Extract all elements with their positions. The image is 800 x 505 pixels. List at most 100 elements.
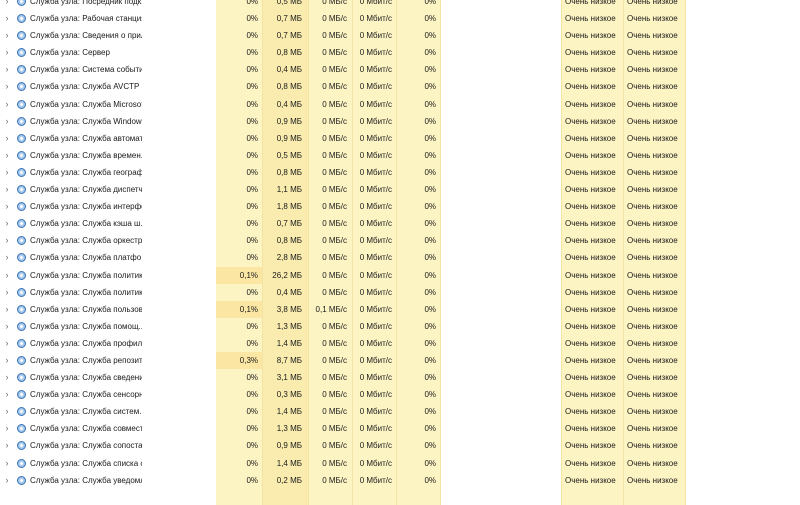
process-name: Служба узла: Система событи... <box>30 65 142 75</box>
chevron-right-icon[interactable]: › <box>3 164 11 181</box>
power-trend-value: Очень низкое <box>627 458 678 468</box>
chevron-right-icon[interactable]: › <box>3 437 11 454</box>
process-row[interactable]: › Служба узла: Служба совмест... 0% 1,3 … <box>0 420 800 437</box>
process-row[interactable]: › Служба узла: Система событи... 0% 0,4 … <box>0 61 800 78</box>
process-name: Служба узла: Сервер <box>30 48 110 58</box>
chevron-right-icon[interactable]: › <box>3 232 11 249</box>
gpu-value: 0% <box>424 390 436 400</box>
chevron-right-icon[interactable]: › <box>3 96 11 113</box>
chevron-right-icon[interactable]: › <box>3 181 11 198</box>
cpu-value: 0% <box>246 48 258 58</box>
memory-value: 1,4 МБ <box>276 407 302 417</box>
process-row[interactable]: › Служба узла: Служба платфо... 0% 2,8 М… <box>0 249 800 266</box>
chevron-right-icon[interactable]: › <box>3 335 11 352</box>
process-row[interactable]: › Служба узла: Служба AVCTP 0% 0,8 МБ 0 … <box>0 78 800 95</box>
process-row[interactable]: › Служба узла: Служба сенсорн... 0% 0,3 … <box>0 386 800 403</box>
cpu-value: 0% <box>246 133 258 143</box>
process-name: Служба узла: Служба кэша ш... <box>30 219 142 229</box>
chevron-right-icon[interactable]: › <box>3 267 11 284</box>
process-row[interactable]: › Служба узла: Служба политик... 0,1% 26… <box>0 266 800 284</box>
process-row[interactable]: › Служба узла: Служба репозит... 0,3% 8,… <box>0 351 800 370</box>
process-row[interactable]: › Служба узла: Служба автомат... 0% 0,9 … <box>0 130 800 147</box>
chevron-right-icon[interactable]: › <box>3 113 11 130</box>
chevron-right-icon[interactable]: › <box>3 369 11 386</box>
service-gear-icon <box>17 202 26 212</box>
gpu-value: 0% <box>424 321 436 331</box>
process-row[interactable]: › Служба узла: Служба оркестр... 0% 0,8 … <box>0 232 800 249</box>
memory-value: 1,4 МБ <box>276 458 302 468</box>
service-gear-icon <box>17 441 26 451</box>
service-gear-icon <box>17 31 26 41</box>
process-row[interactable]: › Служба узла: Служба интерфе... 0% 1,8 … <box>0 198 800 215</box>
gpu-value: 0% <box>424 424 436 434</box>
chevron-right-icon[interactable]: › <box>3 472 11 489</box>
chevron-right-icon[interactable]: › <box>3 284 11 301</box>
power-trend-value: Очень низкое <box>627 253 678 263</box>
process-row[interactable]: › Служба узла: Служба сведени... 0% 3,1 … <box>0 369 800 386</box>
power-usage-value: Очень низкое <box>565 48 616 58</box>
chevron-right-icon[interactable]: › <box>3 0 11 10</box>
process-row[interactable]: › Служба узла: Служба кэша ш... 0% 0,7 М… <box>0 215 800 232</box>
process-row[interactable]: › Служба узла: Служба профил... 0% 1,4 М… <box>0 335 800 352</box>
chevron-right-icon[interactable]: › <box>3 198 11 215</box>
cpu-value: 0% <box>246 82 258 92</box>
service-gear-icon <box>17 99 26 109</box>
service-gear-icon <box>17 65 26 75</box>
process-row[interactable]: › Служба узла: Сведения о прил... 0% 0,7… <box>0 27 800 44</box>
process-row[interactable]: › Служба узла: Сервер 0% 0,8 МБ 0 МБ/с 0… <box>0 44 800 61</box>
chevron-right-icon[interactable]: › <box>3 420 11 437</box>
chevron-right-icon[interactable]: › <box>3 403 11 420</box>
network-value: 0 Мбит/с <box>359 116 392 126</box>
service-gear-icon <box>17 82 26 92</box>
chevron-right-icon[interactable]: › <box>3 44 11 61</box>
service-gear-icon <box>17 321 26 331</box>
service-gear-icon <box>17 355 26 365</box>
process-row[interactable]: › Служба узла: Служба сопоста... 0% 0,9 … <box>0 437 800 454</box>
process-row[interactable]: › Служба узла: Служба политик... 0% 0,4 … <box>0 284 800 301</box>
disk-value: 0 МБ/с <box>322 202 347 212</box>
memory-value: 3,1 МБ <box>276 373 302 383</box>
power-usage-value: Очень низкое <box>565 82 616 92</box>
power-trend-value: Очень низкое <box>627 338 678 348</box>
gpu-value: 0% <box>424 99 436 109</box>
process-row[interactable]: › Служба узла: Служба Window... 0% 0,9 М… <box>0 113 800 130</box>
chevron-right-icon[interactable]: › <box>3 318 11 335</box>
chevron-right-icon[interactable]: › <box>3 78 11 95</box>
chevron-right-icon[interactable]: › <box>3 130 11 147</box>
process-name: Служба узла: Сведения о прил... <box>30 31 142 41</box>
disk-value: 0 МБ/с <box>322 14 347 24</box>
chevron-right-icon[interactable]: › <box>3 301 11 318</box>
chevron-right-icon[interactable]: › <box>3 455 11 472</box>
power-usage-value: Очень низкое <box>565 270 616 280</box>
process-row[interactable]: › Служба узла: Служба Microsof... 0% 0,4… <box>0 96 800 113</box>
chevron-right-icon[interactable]: › <box>3 61 11 78</box>
chevron-right-icon[interactable]: › <box>3 249 11 266</box>
chevron-right-icon[interactable]: › <box>3 386 11 403</box>
process-row[interactable]: › Служба узла: Посредник подк... 0% 0,5 … <box>0 0 800 10</box>
process-row[interactable]: › Служба узла: Служба географ... 0% 0,8 … <box>0 164 800 181</box>
chevron-right-icon[interactable]: › <box>3 215 11 232</box>
process-row[interactable]: › Служба узла: Служба времен... 0% 0,5 М… <box>0 147 800 164</box>
chevron-right-icon[interactable]: › <box>3 147 11 164</box>
process-row[interactable]: › Служба узла: Служба систем... 0% 1,4 М… <box>0 403 800 420</box>
process-row[interactable]: › Служба узла: Служба уведомл... 0% 0,2 … <box>0 472 800 489</box>
power-trend-value: Очень низкое <box>627 287 678 297</box>
process-row[interactable]: › Служба узла: Служба пользов... 0,1% 3,… <box>0 300 800 318</box>
service-gear-icon <box>17 14 26 24</box>
process-name: Служба узла: Рабочая станция <box>30 14 142 24</box>
memory-value: 0,8 МБ <box>276 82 302 92</box>
memory-value: 3,8 МБ <box>276 304 302 314</box>
chevron-right-icon[interactable]: › <box>3 352 11 369</box>
process-row[interactable]: › Служба узла: Служба помощ... 0% 1,3 МБ… <box>0 318 800 335</box>
cpu-value: 0% <box>246 373 258 383</box>
chevron-right-icon[interactable]: › <box>3 27 11 44</box>
memory-value: 0,5 МБ <box>276 0 302 6</box>
process-row[interactable]: › Служба узла: Рабочая станция 0% 0,7 МБ… <box>0 10 800 27</box>
service-gear-icon <box>17 219 26 229</box>
process-name: Служба узла: Служба сенсорн... <box>30 390 142 400</box>
process-row[interactable]: › Служба узла: Служба списка с... 0% 1,4… <box>0 455 800 472</box>
process-row[interactable]: › Служба узла: Служба диспетч... 0% 1,1 … <box>0 181 800 198</box>
power-usage-value: Очень низкое <box>565 458 616 468</box>
disk-value: 0 МБ/с <box>322 475 347 485</box>
chevron-right-icon[interactable]: › <box>3 10 11 27</box>
